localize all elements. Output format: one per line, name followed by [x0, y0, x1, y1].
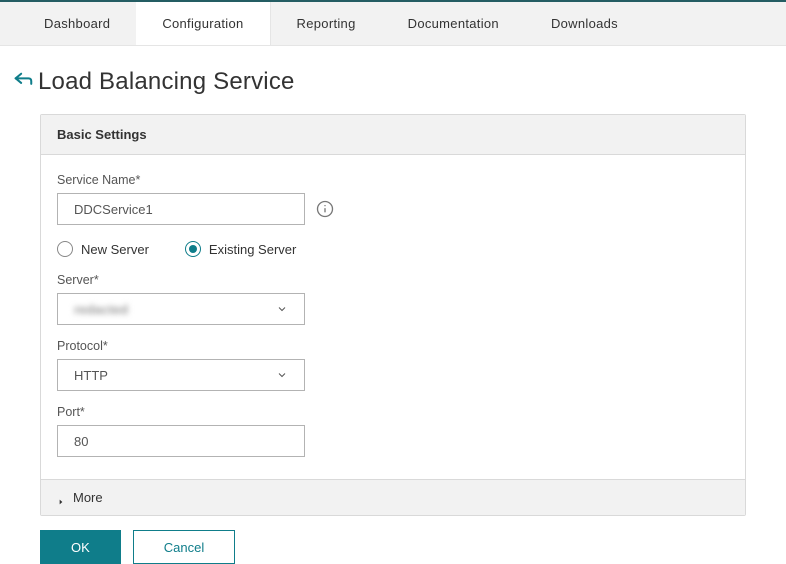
button-label: Cancel — [164, 540, 204, 555]
tab-label: Configuration — [162, 16, 243, 31]
protocol-value: HTTP — [74, 368, 108, 383]
more-label: More — [73, 490, 103, 505]
protocol-label: Protocol* — [57, 339, 729, 353]
page-title: Load Balancing Service — [38, 68, 295, 96]
server-select[interactable]: redacted — [57, 293, 305, 325]
service-name-label: Service Name* — [57, 173, 729, 187]
server-mode-radio-group: New Server Existing Server — [57, 241, 729, 257]
protocol-select[interactable]: HTTP — [57, 359, 305, 391]
radio-existing-server[interactable]: Existing Server — [185, 241, 296, 257]
basic-settings-panel: Basic Settings Service Name* New Server … — [40, 114, 746, 516]
service-name-input[interactable] — [57, 193, 305, 225]
page-title-row: Load Balancing Service — [0, 46, 786, 114]
button-label: OK — [71, 540, 90, 555]
chevron-down-icon — [276, 369, 288, 381]
tab-configuration[interactable]: Configuration — [136, 2, 270, 45]
caret-right-icon — [57, 494, 65, 502]
radio-new-server[interactable]: New Server — [57, 241, 149, 257]
radio-label: New Server — [81, 242, 149, 257]
tab-reporting[interactable]: Reporting — [271, 2, 382, 45]
more-toggle[interactable]: More — [41, 479, 745, 515]
tab-label: Downloads — [551, 16, 618, 31]
chevron-down-icon — [276, 303, 288, 315]
tab-label: Dashboard — [44, 16, 110, 31]
tab-dashboard[interactable]: Dashboard — [0, 2, 136, 45]
tab-label: Documentation — [408, 16, 499, 31]
radio-label: Existing Server — [209, 242, 296, 257]
port-input[interactable] — [57, 425, 305, 457]
main-tabs: Dashboard Configuration Reporting Docume… — [0, 2, 786, 46]
back-arrow-icon[interactable] — [12, 71, 34, 93]
radio-icon — [185, 241, 201, 257]
server-value: redacted — [74, 302, 128, 317]
panel-body: Service Name* New Server Existing Server… — [41, 155, 745, 479]
ok-button[interactable]: OK — [40, 530, 121, 564]
protocol-field: Protocol* HTTP — [57, 339, 729, 391]
info-icon[interactable] — [315, 199, 335, 219]
radio-icon — [57, 241, 73, 257]
server-label: Server* — [57, 273, 729, 287]
service-name-field: Service Name* — [57, 173, 729, 225]
tab-documentation[interactable]: Documentation — [382, 2, 525, 45]
panel-header: Basic Settings — [41, 115, 745, 155]
port-label: Port* — [57, 405, 729, 419]
server-field: Server* redacted — [57, 273, 729, 325]
port-field: Port* — [57, 405, 729, 457]
tab-label: Reporting — [297, 16, 356, 31]
tab-downloads[interactable]: Downloads — [525, 2, 644, 45]
action-buttons: OK Cancel — [40, 530, 746, 564]
cancel-button[interactable]: Cancel — [133, 530, 235, 564]
